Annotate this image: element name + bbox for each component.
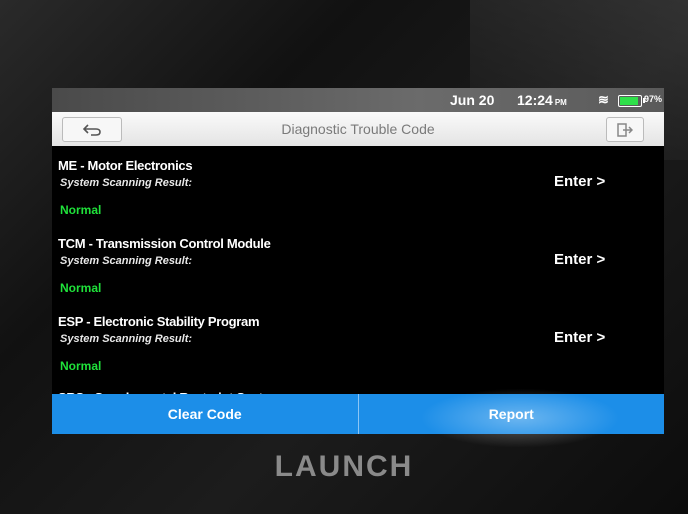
action-bar: Clear Code Report bbox=[52, 394, 664, 434]
status-bar: Jun 20 12:24 PM ≋ 97% bbox=[52, 88, 664, 112]
exit-button[interactable] bbox=[606, 117, 644, 142]
battery-percent: 97% bbox=[644, 94, 663, 104]
title-bar: Diagnostic Trouble Code bbox=[52, 112, 664, 146]
wifi-icon: ≋ bbox=[598, 92, 609, 107]
device-screen: Jun 20 12:24 PM ≋ 97% Diagnostic Trouble … bbox=[52, 88, 664, 434]
back-button[interactable] bbox=[62, 117, 122, 142]
status-badge: Normal bbox=[60, 359, 102, 373]
report-button[interactable]: Report bbox=[359, 394, 665, 434]
exit-icon bbox=[617, 122, 633, 137]
status-date: Jun 20 bbox=[450, 92, 495, 108]
status-badge: Normal bbox=[60, 203, 102, 217]
module-name: ESP - Electronic Stability Program bbox=[58, 314, 260, 329]
module-name: ME - Motor Electronics bbox=[58, 158, 193, 173]
module-name: TCM - Transmission Control Module bbox=[58, 236, 271, 251]
module-list: ME - Motor Electronics System Scanning R… bbox=[52, 150, 664, 398]
list-item-tcm[interactable]: TCM - Transmission Control Module System… bbox=[52, 228, 664, 306]
scan-result-label: System Scanning Result: bbox=[60, 255, 193, 267]
page-title: Diagnostic Trouble Code bbox=[281, 121, 435, 137]
battery-icon bbox=[618, 95, 645, 107]
scan-result-label: System Scanning Result: bbox=[60, 177, 193, 189]
status-badge: Normal bbox=[60, 281, 102, 295]
scan-result-label: System Scanning Result: bbox=[60, 333, 193, 345]
list-item-esp[interactable]: ESP - Electronic Stability Program Syste… bbox=[52, 306, 664, 384]
enter-button[interactable]: Enter > bbox=[554, 173, 605, 190]
status-time: 12:24 PM bbox=[517, 92, 567, 108]
clear-code-button[interactable]: Clear Code bbox=[52, 394, 358, 434]
brand-logo: LAUNCH bbox=[274, 450, 414, 483]
list-item-me[interactable]: ME - Motor Electronics System Scanning R… bbox=[52, 150, 664, 228]
back-arrow-icon bbox=[83, 123, 101, 136]
enter-button[interactable]: Enter > bbox=[554, 329, 605, 346]
enter-button[interactable]: Enter > bbox=[554, 251, 605, 268]
